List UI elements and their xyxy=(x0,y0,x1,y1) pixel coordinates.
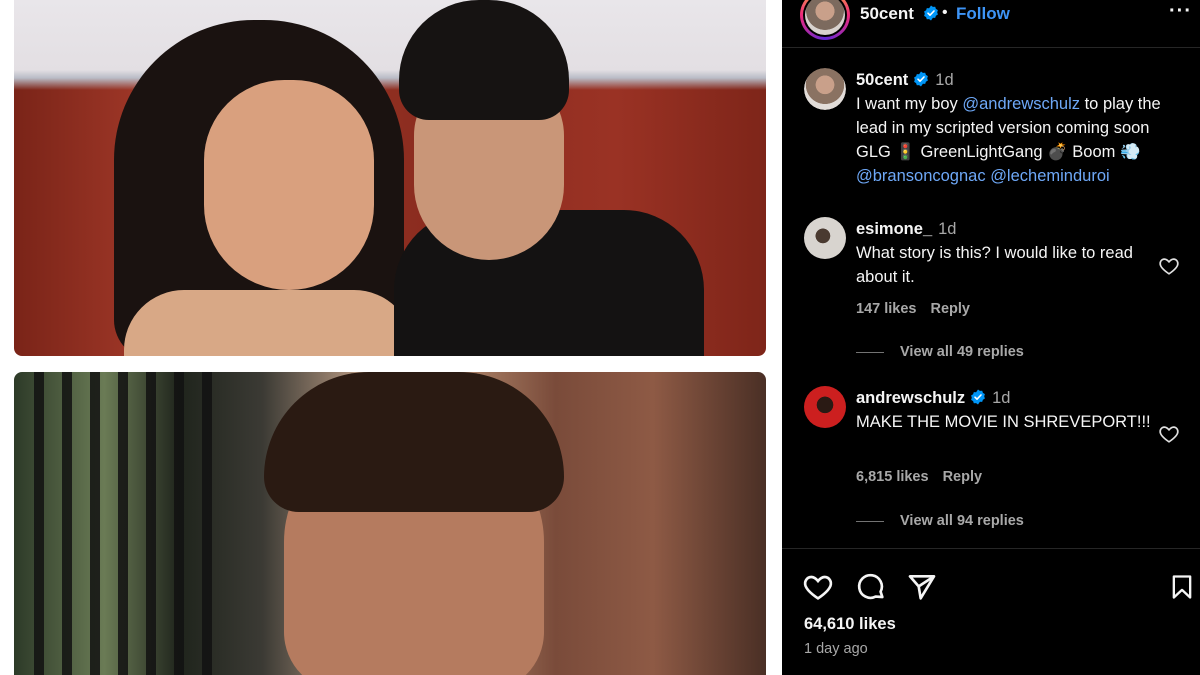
mention-andrewschulz[interactable]: @andrewschulz xyxy=(962,95,1080,113)
closeup-hair-shape xyxy=(264,372,564,512)
author-username-text: 50cent xyxy=(860,4,914,23)
comment-body: MAKE THE MOVIE IN SHREVEPORT!!! xyxy=(856,413,1151,431)
comment-username[interactable]: esimone_ xyxy=(856,220,932,238)
bookmark-icon[interactable] xyxy=(1168,571,1196,603)
comment-reply-button[interactable]: Reply xyxy=(943,469,983,485)
verified-badge-icon xyxy=(971,389,986,405)
more-options-icon[interactable]: ··· xyxy=(1169,0,1192,23)
comment-like-heart-icon[interactable] xyxy=(1158,423,1180,445)
comment-avatar[interactable] xyxy=(804,217,846,259)
comment-meta: 6,815 likes Reply xyxy=(856,469,996,485)
verified-badge-icon xyxy=(914,71,929,87)
comment-likes[interactable]: 6,815 likes xyxy=(856,469,929,485)
author-username[interactable]: 50cent xyxy=(860,4,939,24)
verified-badge-icon xyxy=(923,5,938,21)
comment-body: What story is this? I would like to read… xyxy=(856,244,1133,286)
comment-reply-button[interactable]: Reply xyxy=(930,301,970,317)
comment-likes[interactable]: 147 likes xyxy=(856,301,916,317)
comment-meta: 147 likes Reply xyxy=(856,301,984,317)
caption-avatar[interactable] xyxy=(804,68,846,110)
post-timestamp: 1 day ago xyxy=(804,641,868,657)
comment-like-heart-icon[interactable] xyxy=(1158,255,1180,277)
woman-face-shape xyxy=(204,80,374,290)
mention-lecheminduroi[interactable]: @lecheminduroi xyxy=(990,167,1109,185)
follow-button[interactable]: Follow xyxy=(956,4,1010,24)
post-header: 50cent • Follow ··· xyxy=(782,0,1200,48)
man-hair-shape xyxy=(399,0,569,120)
view-replies-label: View all 94 replies xyxy=(900,513,1024,529)
comment-bubble-icon[interactable] xyxy=(855,571,887,603)
replies-divider xyxy=(856,520,884,522)
post-media xyxy=(0,0,782,675)
view-replies-button[interactable]: View all 49 replies xyxy=(856,344,1024,360)
comment-time: 1d xyxy=(992,389,1011,407)
heart-icon[interactable] xyxy=(802,571,834,603)
fence-bars-shape xyxy=(34,372,214,675)
view-replies-button[interactable]: View all 94 replies xyxy=(856,513,1024,529)
caption-text: 50cent 1d I want my boy @andrewschulz to… xyxy=(856,68,1176,188)
comment-time: 1d xyxy=(938,220,957,238)
paper-plane-icon[interactable] xyxy=(906,571,938,603)
replies-divider xyxy=(856,351,884,353)
comment-username[interactable]: andrewschulz xyxy=(856,389,965,407)
woman-shoulders-shape xyxy=(124,290,414,356)
comment-avatar[interactable] xyxy=(804,386,846,428)
mention-bransoncognac[interactable]: @bransoncognac xyxy=(856,167,986,185)
caption-body-1: I want my boy xyxy=(856,95,963,113)
view-replies-label: View all 49 replies xyxy=(900,344,1024,360)
comment-text: andrewschulz 1d MAKE THE MOVIE IN SHREVE… xyxy=(856,386,1176,434)
post-like-count[interactable]: 64,610 likes xyxy=(804,615,896,634)
caption-time: 1d xyxy=(935,71,954,89)
comment-text: esimone_ 1d What story is this? I would l… xyxy=(856,217,1176,289)
closeup-photo xyxy=(14,372,766,675)
couple-photo xyxy=(14,0,766,356)
header-separator: • xyxy=(942,4,948,21)
caption-username[interactable]: 50cent xyxy=(856,71,908,89)
author-avatar[interactable] xyxy=(800,0,850,40)
comments-panel: 50cent • Follow ··· 50cent 1d I want my … xyxy=(782,0,1200,675)
post-actions: 64,610 likes 1 day ago xyxy=(782,548,1200,675)
